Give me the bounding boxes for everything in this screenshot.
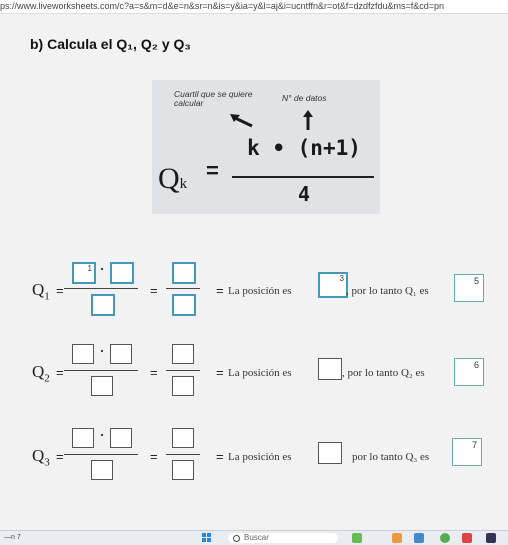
q2-row: Q2 = · = = La posición es , por lo tanto…	[0, 332, 508, 402]
q1-equals: =	[56, 283, 64, 298]
app-icon[interactable]	[392, 533, 402, 543]
taskbar-search[interactable]: Buscar	[228, 533, 338, 543]
formula-denominator: 4	[297, 182, 311, 206]
q1-label: Q1	[32, 280, 50, 303]
q1-row: Q1 = 1 · = = La posición es 3 , por lo t…	[0, 250, 508, 320]
q2-equals-3: =	[216, 365, 224, 380]
q1-conclusion-label: , por lo tanto Q₁ es	[346, 285, 429, 297]
app-icon[interactable]	[352, 533, 362, 543]
q2-answer-input[interactable]: 6	[454, 358, 484, 386]
q3-label: Q3	[32, 446, 50, 469]
q1-k-input[interactable]: 1	[72, 262, 96, 284]
section-heading: b) Calcula el Q₁, Q₂ y Q₃	[30, 36, 191, 52]
q3-conclusion-label: por lo tanto Q₃ es	[352, 451, 430, 463]
q3-position-label: La posición es	[228, 451, 292, 463]
q1-den-input[interactable]	[91, 294, 115, 316]
q3-equals: =	[56, 449, 64, 464]
arrow-down-right-icon	[230, 114, 253, 128]
multiply-dot: ·	[99, 424, 105, 444]
q2-conclusion-label: , por lo tanto Q₂ es	[342, 367, 425, 379]
q2-n1-input[interactable]	[110, 344, 132, 364]
q2-fraction-bar	[64, 370, 138, 371]
annotation-data-count: N° de datos	[282, 93, 327, 103]
q1-equals-3: =	[216, 283, 224, 298]
q3-k-input[interactable]	[72, 428, 94, 448]
q1-n1-input[interactable]	[110, 262, 134, 284]
q1-result-bar	[166, 288, 200, 289]
q1-fraction-bar	[64, 288, 138, 289]
chrome-icon[interactable]	[440, 533, 450, 543]
q3-equals-2: =	[150, 449, 158, 464]
q1-result-den-input[interactable]	[172, 294, 196, 316]
q3-result-den-input[interactable]	[172, 460, 194, 480]
q2-den-input[interactable]	[91, 376, 113, 396]
app-icon[interactable]	[414, 533, 424, 543]
formula-card: Cuartil que se quiere calcular N° de dat…	[152, 80, 380, 214]
q2-result-bar	[166, 370, 200, 371]
search-placeholder: Buscar	[244, 533, 269, 542]
q3-n1-input[interactable]	[110, 428, 132, 448]
q2-position-input[interactable]	[318, 358, 342, 380]
q1-position-input[interactable]: 3	[318, 272, 348, 298]
formula-equals: =	[206, 158, 219, 183]
q3-equals-3: =	[216, 449, 224, 464]
taskbar: —n 7 Buscar	[0, 530, 508, 545]
q3-answer-input[interactable]: 7	[452, 438, 482, 466]
app-icon[interactable]	[462, 533, 472, 543]
q3-fraction-bar	[64, 454, 138, 455]
q3-position-input[interactable]	[318, 442, 342, 464]
arrow-up-icon	[303, 110, 313, 130]
fraction-bar	[232, 176, 374, 178]
app-icon[interactable]	[486, 533, 496, 543]
q3-den-input[interactable]	[91, 460, 113, 480]
weather-widget[interactable]: —n 7	[4, 534, 21, 541]
formula-numerator: k • (n+1)	[247, 136, 361, 160]
q1-result-num-input[interactable]	[172, 262, 196, 284]
q1-equals-2: =	[150, 283, 158, 298]
q2-k-input[interactable]	[72, 344, 94, 364]
q3-result-bar	[166, 454, 200, 455]
windows-start-icon[interactable]	[202, 533, 212, 543]
q3-row: Q3 = · = = La posición es por lo tanto Q…	[0, 416, 508, 486]
address-bar[interactable]: ps://www.liveworksheets.com/c?a=s&m=d&e=…	[0, 0, 508, 14]
formula-lhs: Qk	[158, 162, 188, 195]
q2-equals: =	[56, 365, 64, 380]
q2-equals-2: =	[150, 365, 158, 380]
q2-position-label: La posición es	[228, 367, 292, 379]
q2-label: Q2	[32, 362, 50, 385]
q1-position-label: La posición es	[228, 285, 292, 297]
q2-result-num-input[interactable]	[172, 344, 194, 364]
q3-result-num-input[interactable]	[172, 428, 194, 448]
multiply-dot: ·	[99, 340, 105, 360]
q2-result-den-input[interactable]	[172, 376, 194, 396]
annotation-quartile: Cuartil que se quiere calcular	[174, 89, 253, 108]
q1-answer-input[interactable]: 5	[454, 274, 484, 302]
multiply-dot: ·	[99, 258, 105, 278]
search-icon	[233, 535, 240, 542]
